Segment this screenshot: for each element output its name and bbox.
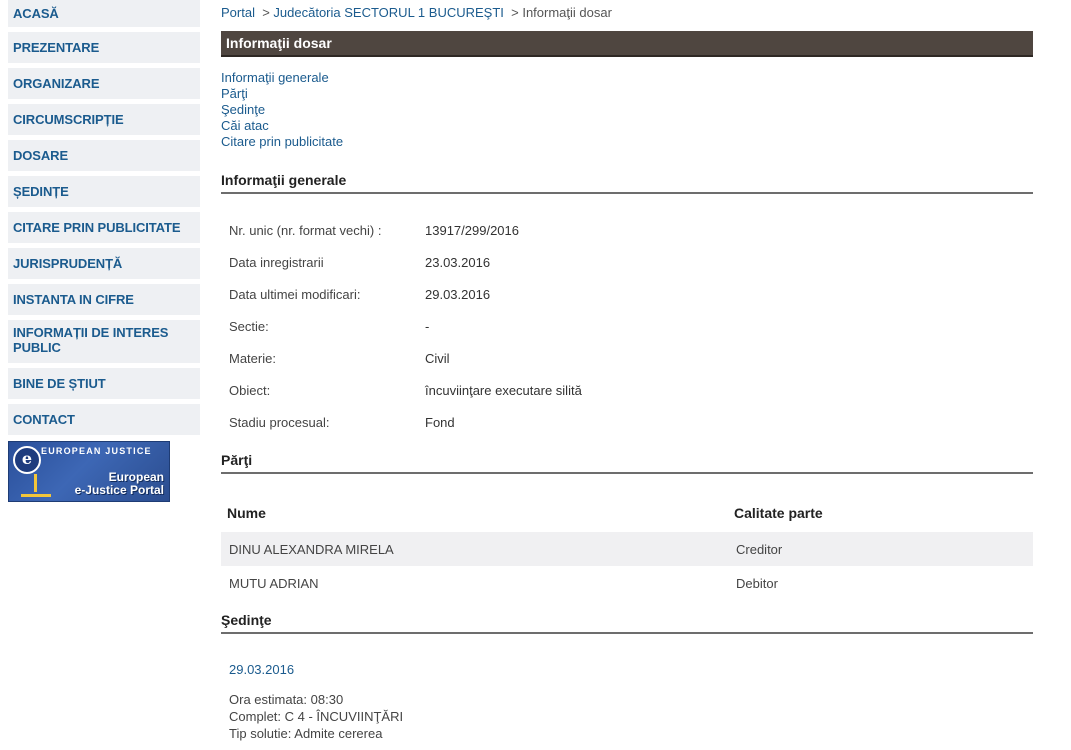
info-label: Materie: [229,350,276,366]
ejustice-logo-icon: e [13,446,41,474]
info-label: Stadiu procesual: [229,414,330,430]
ejustice-bottom-line1: European [108,470,164,484]
info-value: Civil [425,350,450,366]
table-row: Data ultimei modificari: 29.03.2016 [221,278,582,310]
info-value: 29.03.2016 [425,286,491,302]
sidebar-item-sedinte[interactable]: ȘEDINȚE [8,176,200,207]
info-label: Nr. unic (nr. format vechi) : [229,222,382,238]
info-value: încuviinţare executare silită [425,382,582,398]
parti-table: Nume Calitate parte DINU ALEXANDRA MIREL… [221,494,1033,600]
scales-icon [21,474,51,497]
section-heading-general: Informaţii generale [221,172,1033,194]
section-links: Informaţii generale Părţi Şedinţe Căi at… [221,70,1033,150]
breadcrumb-portal-link[interactable]: Portal [221,5,255,20]
breadcrumb-separator: > [262,5,270,20]
toc-link-sedinte[interactable]: Şedinţe [221,102,1033,118]
sidebar-item-organizare[interactable]: ORGANIZARE [8,68,200,99]
toc-link-informatii-generale[interactable]: Informaţii generale [221,70,1033,86]
info-value: - [425,318,430,334]
table-row: Data inregistrarii 23.03.2016 [221,246,582,278]
hearing-date-link[interactable]: 29.03.2016 [221,662,1033,677]
sidebar-nav: ACASĂ PREZENTARE ORGANIZARE CIRCUMSCRIPȚ… [8,0,200,502]
ejustice-bottom-line2: e-Justice Portal [74,483,164,497]
sidebar-item-acasa[interactable]: ACASĂ [8,0,200,27]
info-label: Sectie: [229,318,269,334]
sidebar-item-citare[interactable]: CITARE PRIN PUBLICITATE [8,212,200,243]
ejustice-bottom-text: European e-Justice Portal [75,471,164,497]
section-heading-sedinte: Şedinţe [221,612,1033,634]
info-value: 23.03.2016 [425,254,491,270]
sidebar-item-contact[interactable]: CONTACT [8,404,200,435]
sidebar-item-prezentare[interactable]: PREZENTARE [8,32,200,63]
sidebar-item-dosare[interactable]: DOSARE [8,140,200,171]
party-role: Debitor [736,575,778,591]
ejustice-top-text: EUROPEAN JUSTICE [41,446,152,456]
sidebar-item-bine-de-stiut[interactable]: BINE DE ȘTIUT [8,368,200,399]
party-role: Creditor [728,532,1033,566]
table-row: Materie: Civil [221,342,582,374]
page-title: Informaţii dosar [221,31,1033,57]
column-header-calitate: Calitate parte [734,505,823,521]
table-row: Obiect: încuviinţare executare silită [221,374,582,406]
sidebar-item-interes-public[interactable]: INFORMAȚII DE INTERES PUBLIC [8,320,200,363]
party-name: MUTU ADRIAN [229,575,319,591]
breadcrumb-current: Informaţii dosar [522,5,612,20]
ejustice-banner[interactable]: e EUROPEAN JUSTICE European e-Justice Po… [8,441,170,502]
table-row: DINU ALEXANDRA MIRELA Creditor [221,532,1033,566]
info-value: 13917/299/2016 [425,222,519,238]
breadcrumb-separator: > [511,5,519,20]
hearing-details: Ora estimata: 08:30 Complet: C 4 - ÎNCUV… [221,691,1033,742]
table-row: Nr. unic (nr. format vechi) : 13917/299/… [221,214,582,246]
hearing-detail-line: Tip solutie: Admite cererea [229,726,383,741]
toc-link-cai-atac[interactable]: Căi atac [221,118,1033,134]
table-header-row: Nume Calitate parte [221,494,1033,532]
breadcrumb-court-link[interactable]: Judecătoria SECTORUL 1 BUCUREŞTI [273,5,503,20]
general-info-table: Nr. unic (nr. format vechi) : 13917/299/… [221,214,582,438]
info-value: Fond [425,414,455,430]
info-label: Obiect: [229,382,271,398]
main-content: Portal > Judecătoria SECTORUL 1 BUCUREŞT… [221,0,1033,742]
sidebar-item-instanta-cifre[interactable]: INSTANTA IN CIFRE [8,284,200,315]
info-label: Data ultimei modificari: [229,286,361,302]
party-name: DINU ALEXANDRA MIRELA [221,532,728,566]
breadcrumb: Portal > Judecătoria SECTORUL 1 BUCUREŞT… [221,0,1033,26]
section-heading-parti: Părţi [221,452,1033,474]
sidebar-item-circumscriptie[interactable]: CIRCUMSCRIPȚIE [8,104,200,135]
column-header-nume: Nume [227,505,266,521]
hearing-detail-line: Ora estimata: 08:30 [229,692,344,707]
toc-link-citare[interactable]: Citare prin publicitate [221,134,1033,150]
hearing-detail-line: Complet: C 4 - ÎNCUVIINŢĂRI [229,709,404,724]
table-row: MUTU ADRIAN Debitor [221,566,1033,600]
table-row: Sectie: - [221,310,582,342]
info-label: Data inregistrarii [229,254,324,270]
table-row: Stadiu procesual: Fond [221,406,582,438]
toc-link-parti[interactable]: Părţi [221,86,1033,102]
sidebar-item-jurisprudenta[interactable]: JURISPRUDENȚĂ [8,248,200,279]
